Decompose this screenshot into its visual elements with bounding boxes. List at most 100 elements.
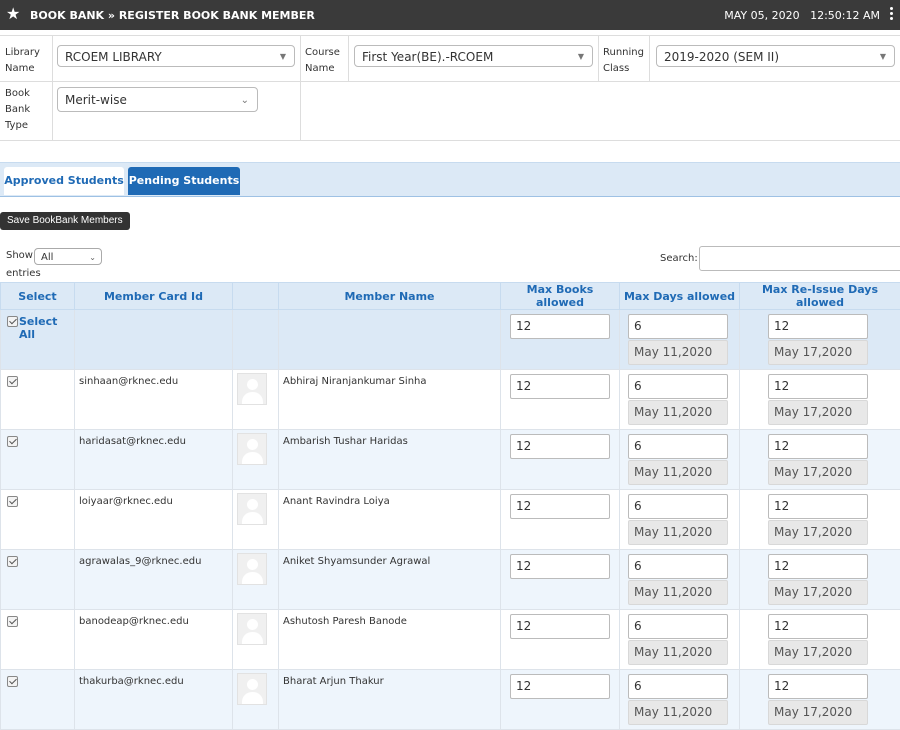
max-books-input[interactable]: 12 [510,614,610,639]
max-reissue-date: May 17,2020 [768,340,868,365]
max-days-input[interactable]: 6 [628,554,728,579]
table-row: haridasat@rknec.eduAmbarish Tushar Harid… [1,430,900,490]
max-days-input[interactable]: 6 [628,434,728,459]
members-table: Select Member Card Id Member Name Max Bo… [0,282,900,730]
divider [649,36,650,81]
select-all-label[interactable]: Select All [19,315,74,341]
member-name: Abhiraj Niranjankumar Sinha [283,376,427,387]
table-row: loiyaar@rknec.edu Anant Ravindra Loiya 12 6… [1,490,900,550]
avatar-icon [237,493,267,525]
book-bank-type-label: Book Bank Type [5,86,41,134]
running-class-label: Running Class [603,45,647,77]
row-checkbox[interactable] [7,616,18,627]
member-name: Bharat Arjun Thakur [283,676,384,687]
max-books-input[interactable]: 12 [510,434,610,459]
select-all-checkbox[interactable] [7,316,18,327]
header-max-books[interactable]: Max Books allowed [501,283,620,310]
table-row: agrawalas_9@rknec.edu Aniket Shyamsunder … [1,550,900,610]
avatar-icon [237,613,267,645]
max-reissue-input[interactable]: 12 [768,674,868,699]
show-label: Show [6,250,33,261]
divider [598,36,599,81]
max-days-input[interactable]: 6 [628,494,728,519]
header-max-days[interactable]: Max Days allowed [620,283,740,310]
show-entries: Show entries [6,250,33,261]
member-card-id: sinhaan@rknec.edu [79,376,178,387]
dropdown-arrow-icon: ▼ [880,46,886,68]
member-name: Anant Ravindra Loiya [283,496,390,507]
max-books-input[interactable]: 12 [510,494,610,519]
max-reissue-date: May 17,2020 [768,460,868,485]
max-reissue-input[interactable]: 12 [768,314,868,339]
save-bookbank-members-button[interactable]: Save BookBank Members [0,212,130,230]
max-reissue-input[interactable]: 12 [768,434,868,459]
member-name: Aniket Shyamsunder Agrawal [283,556,430,567]
divider [300,36,301,140]
running-class-select[interactable]: 2019-2020 (SEM II) ▼ [656,45,895,67]
header-select[interactable]: Select [1,283,75,310]
course-name-select[interactable]: First Year(BE).-RCOEM ▼ [354,45,593,67]
row-checkbox[interactable] [7,376,18,387]
max-days-input[interactable]: 6 [628,314,728,339]
max-reissue-date: May 17,2020 [768,640,868,665]
row-checkbox[interactable] [7,676,18,687]
max-books-input[interactable]: 12 [510,674,610,699]
book-bank-type-select[interactable]: Merit-wise ⌄ [57,87,258,112]
library-name-label: Library Name [5,45,49,77]
max-days-input[interactable]: 6 [628,374,728,399]
search-label: Search: [660,253,698,264]
max-reissue-input[interactable]: 12 [768,374,868,399]
member-card-id: banodeap@rknec.edu [79,616,189,627]
max-days-input[interactable]: 6 [628,674,728,699]
member-card-id: loiyaar@rknec.edu [79,496,173,507]
row-checkbox[interactable] [7,556,18,567]
select-all-row: Select All 12 6 May 11,2020 12 May 17,20… [1,310,900,370]
max-reissue-date: May 17,2020 [768,520,868,545]
entries-label: entries [6,268,41,279]
member-name: Ambarish Tushar Haridas [283,436,408,447]
table-row: sinhaan@rknec.edu Abhiraj Niranjankumar S… [1,370,900,430]
search-input[interactable] [699,246,900,271]
max-days-date: May 11,2020 [628,580,728,605]
max-reissue-date: May 17,2020 [768,580,868,605]
member-name: Ashutosh Paresh Banode [283,616,407,627]
library-name-select[interactable]: RCOEM LIBRARY ▼ [57,45,295,67]
table-row: thakurba@rknec.edu Bharat Arjun Thakur 12 6… [1,670,900,730]
chevron-down-icon: ⌄ [89,249,96,266]
tab-approved-students[interactable]: Approved Students [4,167,124,195]
more-menu-icon[interactable] [890,7,894,22]
top-bar: ★ BOOK BANK » REGISTER BOOK BANK MEMBER … [0,0,900,30]
show-entries-value: All [41,252,53,263]
filter-panel: Library Name RCOEM LIBRARY ▼ Course Name… [0,35,900,141]
max-books-input[interactable]: 12 [510,314,610,339]
max-days-date: May 11,2020 [628,460,728,485]
max-days-date: May 11,2020 [628,400,728,425]
max-days-date: May 11,2020 [628,700,728,725]
select-all-cell: Select All [1,310,75,370]
avatar-icon [237,433,267,465]
library-name-value: RCOEM LIBRARY [65,50,162,64]
max-reissue-input[interactable]: 12 [768,494,868,519]
header-photo [233,283,279,310]
max-books-input[interactable]: 12 [510,554,610,579]
header-member-card-id[interactable]: Member Card Id [75,283,233,310]
divider [0,81,900,82]
member-card-id: thakurba@rknec.edu [79,676,184,687]
max-reissue-date: May 17,2020 [768,700,868,725]
tab-pending-students[interactable]: Pending Students [128,167,240,195]
header-member-name[interactable]: Member Name [279,283,501,310]
running-class-value: 2019-2020 (SEM II) [664,50,779,64]
row-checkbox[interactable] [7,436,18,447]
max-days-input[interactable]: 6 [628,614,728,639]
row-checkbox[interactable] [7,496,18,507]
dropdown-arrow-icon: ▼ [280,46,286,68]
show-entries-select[interactable]: All ⌄ [34,248,102,265]
page-title: BOOK BANK » REGISTER BOOK BANK MEMBER [30,9,315,22]
star-icon[interactable]: ★ [6,5,20,23]
max-books-input[interactable]: 12 [510,374,610,399]
member-card-id: agrawalas_9@rknec.edu [79,556,201,567]
table-header-row: Select Member Card Id Member Name Max Bo… [1,283,900,310]
header-max-reissue-days[interactable]: Max Re-Issue Days allowed [740,283,900,310]
max-reissue-input[interactable]: 12 [768,614,868,639]
max-reissue-input[interactable]: 12 [768,554,868,579]
